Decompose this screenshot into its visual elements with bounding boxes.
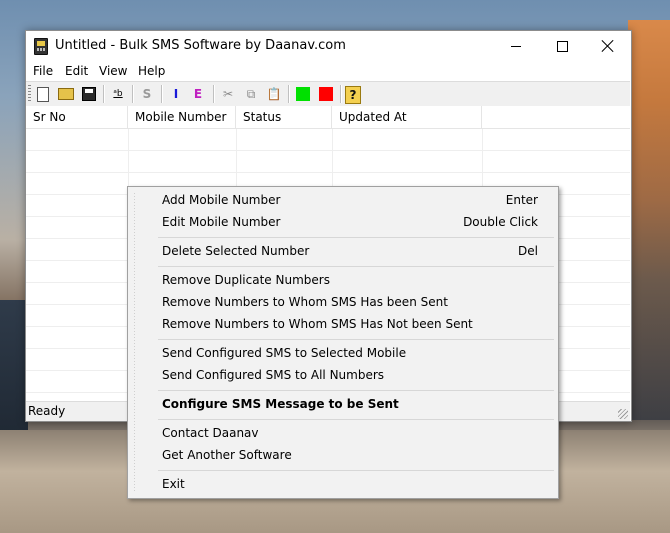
menu-item-label: Remove Numbers to Whom SMS Has Not been …: [162, 317, 473, 331]
menu-item-label: Remove Duplicate Numbers: [162, 273, 330, 287]
toolbar: ᵃb S I E ✂ ⧉ 📋 ?: [26, 81, 630, 107]
context-menu-gutter: [134, 193, 135, 491]
close-icon: [602, 40, 614, 52]
menu-item-label: Remove Numbers to Whom SMS Has been Sent: [162, 295, 448, 309]
menu-help[interactable]: Help: [138, 64, 165, 78]
title-bar[interactable]: Untitled - Bulk SMS Software by Daanav.c…: [26, 31, 631, 61]
menu-item-delete-selected-number[interactable]: Delete Selected Number Del: [162, 240, 552, 262]
menu-item-label: Delete Selected Number: [162, 244, 310, 258]
minimize-icon: [511, 45, 521, 47]
menu-separator: [158, 339, 554, 340]
paste-icon: 📋: [266, 87, 282, 101]
maximize-button[interactable]: [539, 31, 585, 61]
context-menu: Add Mobile Number Enter Edit Mobile Numb…: [127, 186, 559, 499]
menu-item-label: Contact Daanav: [162, 426, 259, 440]
toolbar-separator: [161, 85, 163, 103]
green-square-icon: [296, 87, 310, 101]
text-format-icon: ᵃb: [113, 89, 123, 99]
desktop-background-rock: [628, 20, 670, 420]
menu-separator: [158, 419, 554, 420]
start-button[interactable]: [293, 84, 313, 104]
menu-bar: File Edit View Help: [26, 61, 631, 81]
menu-item-remove-sent[interactable]: Remove Numbers to Whom SMS Has been Sent: [162, 291, 552, 313]
window-title: Untitled - Bulk SMS Software by Daanav.c…: [55, 38, 346, 53]
toolbar-separator: [340, 85, 342, 103]
menu-separator: [158, 237, 554, 238]
menu-item-shortcut: Del: [518, 244, 538, 258]
s-button[interactable]: S: [137, 84, 157, 104]
copy-button[interactable]: ⧉: [241, 84, 261, 104]
s-label: S: [142, 87, 152, 101]
menu-item-contact-daanav[interactable]: Contact Daanav: [162, 422, 552, 444]
menu-item-label: Add Mobile Number: [162, 193, 281, 207]
i-label: I: [173, 87, 179, 101]
menu-item-label: Exit: [162, 477, 185, 491]
menu-view[interactable]: View: [99, 64, 127, 78]
column-header-sr-no[interactable]: Sr No: [26, 106, 128, 128]
menu-edit[interactable]: Edit: [65, 64, 88, 78]
menu-item-configure-sms[interactable]: Configure SMS Message to be Sent: [162, 393, 552, 415]
paste-button[interactable]: 📋: [264, 84, 284, 104]
i-button[interactable]: I: [166, 84, 186, 104]
app-icon[interactable]: [34, 38, 48, 55]
column-header-mobile-number[interactable]: Mobile Number: [128, 106, 236, 128]
toolbar-separator: [132, 85, 134, 103]
cut-button[interactable]: ✂: [218, 84, 238, 104]
menu-item-exit[interactable]: Exit: [162, 473, 552, 495]
help-icon: ?: [349, 88, 357, 102]
menu-item-shortcut: Double Click: [463, 215, 538, 229]
menu-item-label: Get Another Software: [162, 448, 292, 462]
menu-separator: [158, 390, 554, 391]
column-header-status[interactable]: Status: [236, 106, 332, 128]
copy-icon: ⧉: [246, 86, 256, 101]
minimize-button[interactable]: [493, 31, 539, 61]
menu-item-label: Send Configured SMS to All Numbers: [162, 368, 385, 382]
menu-separator: [158, 266, 554, 267]
toolbar-separator: [288, 85, 290, 103]
e-label: E: [193, 87, 203, 101]
cut-icon: ✂: [222, 87, 234, 101]
menu-separator: [158, 470, 554, 471]
grid-header: Sr No Mobile Number Status Updated At: [26, 106, 630, 129]
open-folder-icon: [58, 88, 74, 100]
status-text: Ready: [28, 404, 66, 418]
menu-item-remove-duplicates[interactable]: Remove Duplicate Numbers: [162, 269, 552, 291]
menu-item-edit-mobile-number[interactable]: Edit Mobile Number Double Click: [162, 211, 552, 233]
maximize-icon: [556, 40, 568, 52]
new-file-icon: [37, 86, 49, 102]
menu-item-get-another-software[interactable]: Get Another Software: [162, 444, 552, 466]
menu-item-add-mobile-number[interactable]: Add Mobile Number Enter: [162, 189, 552, 211]
resize-grip-icon[interactable]: [618, 409, 628, 419]
menu-file[interactable]: File: [33, 64, 53, 78]
menu-item-label: Configure SMS Message to be Sent: [162, 397, 399, 411]
open-button[interactable]: [56, 84, 76, 104]
close-button[interactable]: [585, 31, 631, 61]
save-button[interactable]: [79, 84, 99, 104]
help-button[interactable]: ?: [345, 86, 361, 104]
menu-item-label: Send Configured SMS to Selected Mobile: [162, 346, 407, 360]
toolbar-separator: [213, 85, 215, 103]
menu-item-label: Edit Mobile Number: [162, 215, 281, 229]
toolbar-grip[interactable]: [28, 85, 31, 103]
menu-item-send-selected[interactable]: Send Configured SMS to Selected Mobile: [162, 342, 552, 364]
stop-button[interactable]: [316, 84, 336, 104]
red-square-icon: [319, 87, 333, 101]
text-format-button[interactable]: ᵃb: [108, 84, 128, 104]
menu-item-shortcut: Enter: [505, 193, 538, 207]
new-button[interactable]: [33, 84, 53, 104]
menu-item-remove-not-sent[interactable]: Remove Numbers to Whom SMS Has Not been …: [162, 313, 552, 335]
column-header-updated-at[interactable]: Updated At: [332, 106, 482, 128]
save-disk-icon: [82, 87, 96, 101]
toolbar-separator: [103, 85, 105, 103]
menu-item-send-all[interactable]: Send Configured SMS to All Numbers: [162, 364, 552, 386]
e-button[interactable]: E: [188, 84, 208, 104]
